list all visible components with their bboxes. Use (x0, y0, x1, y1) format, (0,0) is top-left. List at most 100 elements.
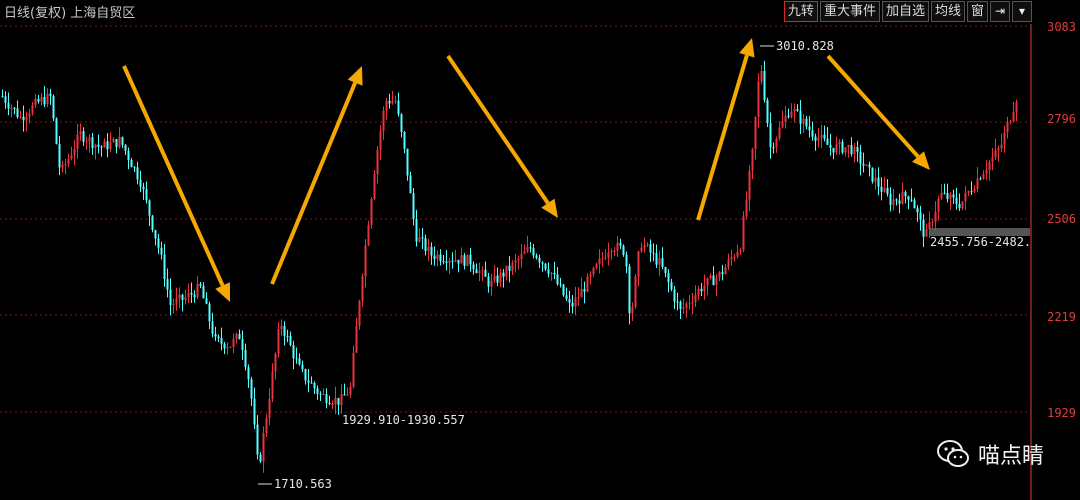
candle-body (607, 252, 610, 258)
candle-body (238, 333, 241, 340)
candle-body (505, 265, 508, 277)
candle-body (574, 297, 577, 307)
add-watchlist-button[interactable]: 加自选 (881, 1, 929, 22)
dropdown-caret-icon[interactable]: ▾ (1012, 1, 1032, 22)
candle-body (208, 303, 211, 322)
candle-body (952, 194, 955, 198)
candle-body (565, 295, 568, 299)
y-tick-label: 2506 (1047, 212, 1076, 226)
candle-body (568, 298, 571, 303)
candle-body (865, 164, 868, 166)
candle-body (490, 280, 493, 287)
candle-body (805, 118, 808, 127)
candle-body (475, 269, 478, 274)
candle-body (421, 237, 424, 239)
candle-body (508, 265, 511, 271)
candle-body (85, 141, 88, 143)
candle-body (628, 266, 631, 314)
candle-body (766, 100, 769, 124)
candle-body (826, 138, 829, 145)
candle-body (277, 329, 280, 354)
candle-body (478, 270, 481, 274)
candle-body (520, 253, 523, 260)
window-button[interactable]: 窗 (966, 1, 988, 22)
candle-body (157, 238, 160, 248)
candle-body (415, 219, 418, 242)
candle-body (622, 245, 625, 255)
candle-body (316, 388, 319, 394)
candle-body (259, 454, 262, 462)
annotation-low: 1710.563 (274, 477, 332, 491)
candle-body (4, 96, 7, 103)
candle-body (454, 259, 457, 262)
candle-body (868, 164, 871, 168)
candle-body (751, 149, 754, 171)
candle-body (94, 144, 97, 149)
candle-body (925, 229, 928, 237)
chart-title: 日线(复权) 上海自贸区 (4, 6, 136, 21)
major-events-button[interactable]: 重大事件 (819, 1, 880, 22)
candle-body (232, 338, 235, 347)
candle-body (646, 244, 649, 246)
candle-body (28, 113, 31, 117)
candle-body (499, 272, 502, 283)
candle-body (583, 288, 586, 292)
candle-body (850, 145, 853, 155)
candle-body (982, 173, 985, 179)
candle-body (649, 244, 652, 253)
candle-body (733, 256, 736, 258)
candle-body (619, 242, 622, 246)
candle-body (169, 289, 172, 306)
candle-body (13, 107, 16, 109)
candle-body (265, 418, 268, 434)
candle-body (913, 200, 916, 209)
candle-body (610, 250, 613, 253)
candle-body (988, 161, 991, 170)
candle-body (790, 111, 793, 117)
candle-body (973, 188, 976, 192)
candle-body (391, 101, 394, 104)
trend-arrow-shaft (826, 54, 920, 158)
candle-body (142, 186, 145, 190)
y-tick-label: 3083 (1047, 20, 1076, 34)
candle-body (946, 192, 949, 200)
candle-body (907, 196, 910, 200)
candle-body (943, 192, 946, 194)
candle-body (724, 267, 727, 275)
y-tick-label: 1929 (1047, 406, 1076, 420)
annotation-gap: 2455.756-2482. (930, 235, 1031, 249)
candle-body (880, 186, 883, 192)
candle-body (727, 259, 730, 268)
candle-body (295, 358, 298, 360)
candle-body (655, 253, 658, 265)
moving-average-button[interactable]: 均线 (930, 1, 965, 22)
jiuzhuan-button[interactable]: 九转 (783, 1, 818, 22)
candle-body (73, 148, 76, 156)
candle-body (373, 173, 376, 199)
candle-body (88, 137, 91, 142)
candle-body (40, 96, 43, 102)
candle-body (10, 107, 13, 109)
candle-body (97, 144, 100, 147)
candle-body (985, 169, 988, 174)
candle-body (928, 221, 931, 230)
trend-arrow-shaft (696, 54, 749, 221)
candle-body (589, 274, 592, 277)
trend-arrow-shaft (446, 54, 550, 205)
candle-body (307, 380, 310, 383)
chart-toolbar: 九转 重大事件 加自选 均线 窗 ⇥ ▾ (782, 1, 1032, 22)
candle-body (652, 252, 655, 254)
candle-body (301, 364, 304, 370)
candle-body (340, 394, 343, 405)
candle-body (322, 394, 325, 396)
candle-body (190, 292, 193, 295)
candle-body (994, 150, 997, 158)
candle-body (367, 225, 370, 246)
candle-body (343, 394, 346, 396)
candle-body (517, 259, 520, 261)
candle-body (1009, 121, 1012, 123)
candle-body (934, 211, 937, 222)
pin-icon[interactable]: ⇥ (990, 1, 1010, 22)
candle-body (910, 199, 913, 201)
candle-body (178, 294, 181, 299)
